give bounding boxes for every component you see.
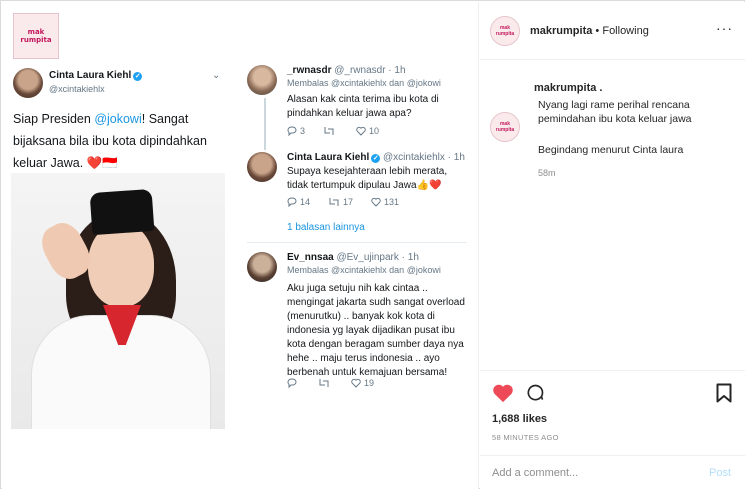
retweet-count: 17 [343,197,354,207]
like-icon: 10 [356,126,379,136]
bookmark-icon[interactable] [716,383,732,408]
instagram-post-modal: mak rumpita Cinta Laura Kiehl ✓ @xcintaki… [0,0,745,489]
tweet-avatar [13,68,43,98]
posted-time[interactable]: 58 MINUTES AGO [492,433,559,442]
reply-text: Alasan kak cinta terima ibu kota di pind… [287,94,439,119]
divider [247,242,467,243]
retweet-icon [323,126,338,136]
logo-text: mak rumpita [20,28,52,44]
reply-count: 14 [300,197,311,207]
post-actions: 1,688 likes 58 MINUTES AGO Post [480,370,745,489]
reply-meta: @Ev_ujinpark · 1h [336,252,419,263]
comment-input[interactable] [492,467,682,479]
photo-face [88,223,154,307]
reply-meta: @_rwnasdr · 1h [334,65,406,76]
following-button[interactable]: Following [602,25,648,37]
reply-count: 3 [300,126,306,136]
tweet-photo [11,173,225,429]
retweet-icon [318,378,333,388]
reply-author-name: Ev_nnsaa [287,252,334,263]
verified-icon: ✓ [133,72,143,81]
reply-author: _rwnasdr @_rwnasdr · 1h [287,65,406,76]
likes-count[interactable]: 1,688 likes [492,413,547,425]
photo-cap [89,188,155,236]
caption-avatar[interactable]: mak rumpita [490,112,520,142]
tweet-mention: @jokowi [94,112,142,126]
like-icon: 19 [351,378,374,388]
reply-actions: 19 [287,378,392,388]
watermark-logo: mak rumpita [13,13,59,59]
more-options-icon[interactable]: ··· [716,20,733,36]
reply-icon: 3 [287,126,305,136]
verified-icon: ✓ [371,154,381,163]
tweet-author-name: Cinta Laura Kiehl [49,70,132,81]
tweet-text-part: Siap Presiden [13,112,95,126]
tweet-handle: @xcintakiehlx [49,84,105,94]
thread-line [264,98,266,150]
reply-text: Supaya kesejahteraan lebih merata, tidak… [287,166,448,191]
reply-icon [287,378,300,388]
reply-replying-to: Membalas @xcintakiehlx dan @jokowi [287,78,441,88]
reply-author-name: _rwnasdr [287,65,332,76]
reply-author-name: Cinta Laura Kiehl [287,152,370,163]
like-icon: 131 [371,197,399,207]
reply-avatar [247,65,277,95]
like-count: 10 [369,126,380,136]
reply-actions: 3 10 [287,126,397,136]
tweet-text: Siap Presiden @jokowi! Sangat bijaksana … [13,108,228,174]
more-replies-link: 1 balasan lainnya [287,222,365,233]
avatar-logo: mak rumpita [495,25,515,37]
add-comment-bar: Post [480,455,745,489]
retweet-icon: 17 [328,197,353,207]
reply-meta: @xcintakiehlx · 1h [383,152,465,163]
reply-author: Ev_nnsaa @Ev_ujinpark · 1h [287,252,419,263]
reply-avatar [247,252,277,282]
caption-text: Nyang lagi rame perihal rencana pemindah… [538,99,692,125]
avatar-logo: mak rumpita [495,121,515,133]
post-image: mak rumpita Cinta Laura Kiehl ✓ @xcintaki… [2,2,479,489]
post-sidebar: mak rumpita makrumpita • Following ··· m… [480,2,745,489]
reply-actions: 14 17 131 [287,197,417,207]
reply-replying-to: Membalas @xcintakiehlx dan @jokowi [287,265,441,275]
reply-author: Cinta Laura Kiehl ✓ @xcintakiehlx · 1h [287,152,465,163]
caption-text-2: Begindang menurut Cinta laura [538,144,684,156]
avatar[interactable]: mak rumpita [490,16,520,46]
comment-icon[interactable] [524,383,546,408]
reply-avatar [247,152,277,182]
reply-icon: 14 [287,197,310,207]
reply-text: Aku juga setuju nih kak cintaa .. mengin… [287,283,465,378]
separator: • [595,25,600,37]
post-comment-button[interactable]: Post [709,467,731,479]
username-link[interactable]: makrumpita [530,25,592,37]
caption-time: 58m [538,168,556,178]
like-count: 19 [364,378,375,388]
header-user-row: makrumpita • Following [530,25,649,37]
post-header: mak rumpita makrumpita • Following ··· [480,2,745,60]
chevron-down-icon: ⌄ [212,70,221,81]
caption-username[interactable]: makrumpita . [534,82,602,94]
like-heart-icon[interactable] [492,383,514,408]
like-count: 131 [384,197,400,207]
tweet-author: Cinta Laura Kiehl ✓ [49,70,143,81]
